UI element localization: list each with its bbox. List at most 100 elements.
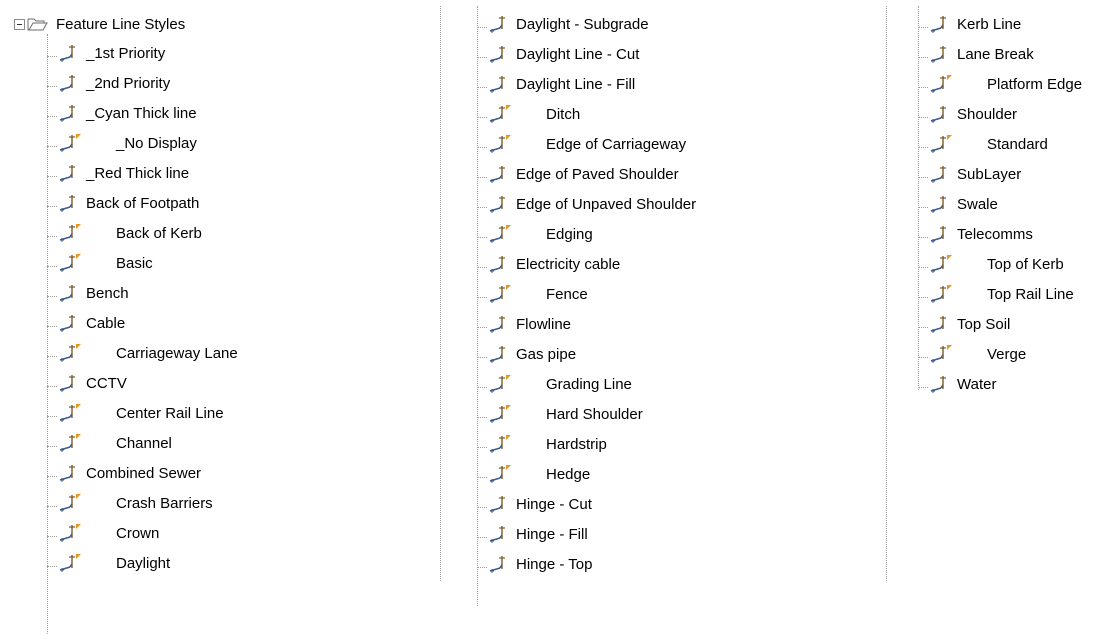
tree-item[interactable]: CCTV — [47, 369, 127, 397]
tree-item[interactable]: Hinge - Cut — [477, 490, 592, 518]
tree-item[interactable]: Top of Kerb — [918, 250, 1064, 278]
tree-item-label: Ditch — [546, 105, 581, 123]
tree-branch-line — [918, 266, 928, 268]
tree-item[interactable]: Grading Line — [477, 370, 632, 398]
feature-line-style-icon — [488, 193, 512, 215]
tree-item-label: Daylight - Subgrade — [516, 15, 649, 33]
tree-branch-line — [47, 115, 57, 117]
tree-item-label: Swale — [957, 195, 998, 213]
feature-line-style-icon — [929, 163, 953, 185]
tree-item-label: _No Display — [116, 134, 197, 152]
tree-item[interactable]: _Red Thick line — [47, 159, 189, 187]
tree-item[interactable]: Daylight — [47, 549, 170, 577]
tree-root-label: Feature Line Styles — [56, 15, 186, 33]
tree-item[interactable]: Top Soil — [918, 310, 1010, 338]
tree-item-label: Flowline — [516, 315, 572, 333]
tree-item-label: Gas pipe — [516, 345, 577, 363]
tree-item[interactable]: _1st Priority — [47, 39, 165, 67]
tree-item[interactable]: Electricity cable — [477, 250, 620, 278]
collapse-expander-icon[interactable] — [14, 18, 25, 30]
feature-line-style-icon — [929, 43, 953, 65]
tree-item[interactable]: Standard — [918, 130, 1048, 158]
feature-line-style-flagged-icon — [58, 432, 82, 454]
tree-item[interactable]: Edge of Paved Shoulder — [477, 160, 679, 188]
feature-line-style-icon — [58, 462, 82, 484]
tree-item[interactable]: Crown — [47, 519, 159, 547]
tree-item[interactable]: Hinge - Top — [477, 550, 592, 578]
tree-item-label: Platform Edge — [987, 75, 1083, 93]
tree-branch-line — [477, 446, 487, 448]
tree-item[interactable]: Edge of Unpaved Shoulder — [477, 190, 696, 218]
tree-item-label: Carriageway Lane — [116, 344, 238, 362]
tree-item[interactable]: Daylight Line - Fill — [477, 70, 635, 98]
tree-item[interactable]: Verge — [918, 340, 1026, 368]
tree-item-label: Crash Barriers — [116, 494, 213, 512]
tree-item[interactable]: Swale — [918, 190, 998, 218]
tree-branch-line — [918, 26, 928, 28]
feature-line-style-flagged-icon — [488, 103, 512, 125]
tree-item[interactable]: Combined Sewer — [47, 459, 201, 487]
feature-line-style-icon — [488, 13, 512, 35]
tree-item[interactable]: Water — [918, 370, 996, 398]
feature-line-style-icon — [488, 43, 512, 65]
tree-item[interactable]: Center Rail Line — [47, 399, 224, 427]
tree-item[interactable]: _No Display — [47, 129, 197, 157]
tree-item-label: Back of Kerb — [116, 224, 202, 242]
tree-branch-line — [477, 116, 487, 118]
tree-item[interactable]: Shoulder — [918, 100, 1017, 128]
tree-item[interactable]: Edge of Carriageway — [477, 130, 686, 158]
tree-item[interactable]: Hardstrip — [477, 430, 607, 458]
tree-item[interactable]: Hedge — [477, 460, 590, 488]
tree-branch-line — [477, 26, 487, 28]
tree-item-label: Fence — [546, 285, 588, 303]
tree-branch-line — [477, 506, 487, 508]
feature-line-style-flagged-icon — [58, 252, 82, 274]
tree-item[interactable]: Daylight - Subgrade — [477, 10, 649, 38]
tree-item[interactable]: Kerb Line — [918, 10, 1021, 38]
tree-item[interactable]: Cable — [47, 309, 125, 337]
tree-item[interactable]: Lane Break — [918, 40, 1034, 68]
tree-item[interactable]: Back of Footpath — [47, 189, 199, 217]
feature-line-style-icon — [929, 13, 953, 35]
tree-item[interactable]: Channel — [47, 429, 172, 457]
tree-branch-line — [477, 146, 487, 148]
tree-item[interactable]: Ditch — [477, 100, 580, 128]
tree-branch-line — [477, 56, 487, 58]
tree-item[interactable]: Platform Edge — [918, 70, 1082, 98]
tree-item[interactable]: Bench — [47, 279, 129, 307]
tree-item[interactable]: Basic — [47, 249, 153, 277]
tree-branch-line — [918, 386, 928, 388]
tree-item[interactable]: Hard Shoulder — [477, 400, 643, 428]
tree-item-label: Back of Footpath — [86, 194, 200, 212]
tree-branch-line — [477, 296, 487, 298]
tree-item[interactable]: Fence — [477, 280, 588, 308]
tree-item[interactable]: Carriageway Lane — [47, 339, 238, 367]
feature-line-style-icon — [58, 192, 82, 214]
feature-line-style-flagged-icon — [929, 253, 953, 275]
tree-item[interactable]: _Cyan Thick line — [47, 99, 197, 127]
tree-item[interactable]: SubLayer — [918, 160, 1021, 188]
tree-item[interactable]: Edging — [477, 220, 593, 248]
tree-item[interactable]: Crash Barriers — [47, 489, 213, 517]
feature-line-style-icon — [488, 313, 512, 335]
feature-line-style-icon — [929, 373, 953, 395]
tree-item[interactable]: Top Rail Line — [918, 280, 1074, 308]
tree-item[interactable]: Gas pipe — [477, 340, 576, 368]
tree-branch-line — [477, 476, 487, 478]
tree-branch-line — [477, 176, 487, 178]
tree-item[interactable]: Daylight Line - Cut — [477, 40, 639, 68]
feature-line-style-flagged-icon — [488, 433, 512, 455]
tree-item[interactable]: Flowline — [477, 310, 571, 338]
tree-item[interactable]: Back of Kerb — [47, 219, 202, 247]
tree-branch-line — [918, 116, 928, 118]
feature-line-style-icon — [488, 523, 512, 545]
tree-root-feature-line-styles[interactable]: Feature Line Styles — [14, 12, 185, 36]
tree-item[interactable]: Hinge - Fill — [477, 520, 588, 548]
tree-item[interactable]: _2nd Priority — [47, 69, 170, 97]
tree-item[interactable]: Telecomms — [918, 220, 1033, 248]
feature-line-style-icon — [58, 42, 82, 64]
feature-line-style-flagged-icon — [488, 463, 512, 485]
feature-line-style-icon — [58, 102, 82, 124]
tree-item-label: Edge of Paved Shoulder — [516, 165, 679, 183]
feature-line-style-icon — [929, 193, 953, 215]
